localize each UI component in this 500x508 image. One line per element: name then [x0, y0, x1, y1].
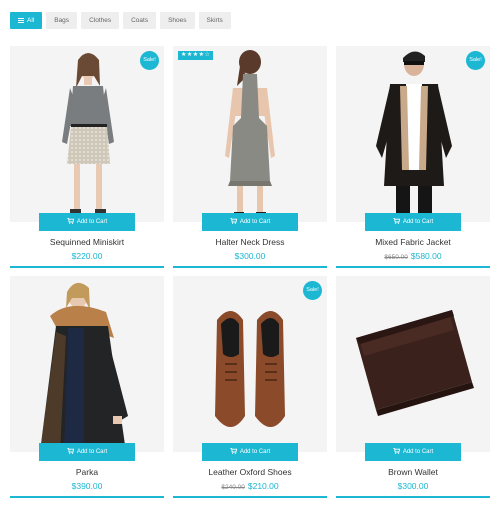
sale-badge: Sale! — [303, 281, 322, 300]
product-card[interactable]: Sale! Add to Cart Sequinned Miniskirt $2… — [10, 46, 164, 268]
add-to-cart-button[interactable]: Add to Cart — [202, 213, 298, 231]
product-image[interactable]: Sale! — [10, 46, 164, 222]
product-price: $390.00 — [10, 481, 164, 491]
product-card[interactable]: Sale! Add to Cart Mixed Fabric Jacket $6… — [336, 46, 490, 268]
cart-icon — [229, 218, 237, 224]
product-price: $220.00 — [10, 251, 164, 261]
filter-all-button[interactable]: All — [10, 12, 43, 29]
product-card[interactable]: Add to Cart Parka $390.00 — [10, 276, 164, 498]
filter-skirts-button[interactable]: Skirts — [198, 12, 231, 29]
add-to-cart-button[interactable]: Add to Cart — [365, 213, 461, 231]
filter-coats-button[interactable]: Coats — [123, 12, 157, 29]
product-image[interactable]: ★★★★☆ — [173, 46, 327, 222]
product-name[interactable]: Leather Oxford Shoes — [173, 467, 327, 477]
product-card[interactable]: Sale! Add to Cart Leather Oxford Shoes $… — [173, 276, 327, 498]
filter-label: Bags — [54, 17, 70, 24]
add-to-cart-label: Add to Cart — [402, 449, 434, 455]
filter-clothes-button[interactable]: Clothes — [81, 12, 120, 29]
product-price: $300.00 — [336, 481, 490, 491]
cart-icon — [229, 448, 237, 454]
add-to-cart-button[interactable]: Add to Cart — [39, 443, 135, 461]
product-image[interactable]: Sale! — [336, 46, 490, 222]
add-to-cart-label: Add to Cart — [239, 219, 271, 225]
current-price: $390.00 — [71, 481, 103, 491]
cart-icon — [66, 448, 74, 454]
rating-badge: ★★★★☆ — [178, 51, 214, 60]
add-to-cart-label: Add to Cart — [239, 449, 271, 455]
filter-bags-button[interactable]: Bags — [46, 12, 78, 29]
add-to-cart-button[interactable]: Add to Cart — [39, 213, 135, 231]
filter-label: Clothes — [89, 17, 112, 24]
product-name[interactable]: Brown Wallet — [336, 467, 490, 477]
sale-badge: Sale! — [140, 51, 159, 70]
product-price: $240.00 $210.00 — [173, 481, 327, 491]
old-price: $240.00 — [221, 484, 245, 491]
product-name[interactable]: Mixed Fabric Jacket — [336, 237, 490, 247]
add-to-cart-button[interactable]: Add to Cart — [365, 443, 461, 461]
filter-label: Coats — [131, 17, 149, 24]
current-price: $300.00 — [397, 481, 429, 491]
product-card[interactable]: Add to Cart Brown Wallet $300.00 — [336, 276, 490, 498]
product-price: $300.00 — [173, 251, 327, 261]
cart-icon — [66, 218, 74, 224]
cart-icon — [392, 218, 400, 224]
product-image[interactable] — [336, 276, 490, 452]
filter-label: Skirts — [206, 17, 223, 24]
product-image[interactable]: Sale! — [173, 276, 327, 452]
filter-shoes-button[interactable]: Shoes — [160, 12, 195, 29]
list-icon — [18, 18, 24, 23]
filter-label: All — [27, 17, 35, 24]
product-name[interactable]: Sequinned Miniskirt — [10, 237, 164, 247]
product-image[interactable] — [10, 276, 164, 452]
product-price: $650.00 $580.00 — [336, 251, 490, 261]
product-card[interactable]: ★★★★☆ Add to Cart Halter Neck Dress $300… — [173, 46, 327, 268]
filter-label: Shoes — [168, 17, 187, 24]
current-price: $580.00 — [410, 251, 442, 261]
product-name[interactable]: Halter Neck Dress — [173, 237, 327, 247]
add-to-cart-label: Add to Cart — [76, 449, 108, 455]
sale-badge: Sale! — [466, 51, 485, 70]
add-to-cart-label: Add to Cart — [76, 219, 108, 225]
current-price: $210.00 — [247, 481, 279, 491]
current-price: $300.00 — [234, 251, 266, 261]
category-filter-bar: All Bags Clothes Coats Shoes Skirts — [10, 12, 231, 29]
current-price: $220.00 — [71, 251, 103, 261]
product-name[interactable]: Parka — [10, 467, 164, 477]
cart-icon — [392, 448, 400, 454]
old-price: $650.00 — [384, 254, 408, 261]
add-to-cart-label: Add to Cart — [402, 219, 434, 225]
add-to-cart-button[interactable]: Add to Cart — [202, 443, 298, 461]
